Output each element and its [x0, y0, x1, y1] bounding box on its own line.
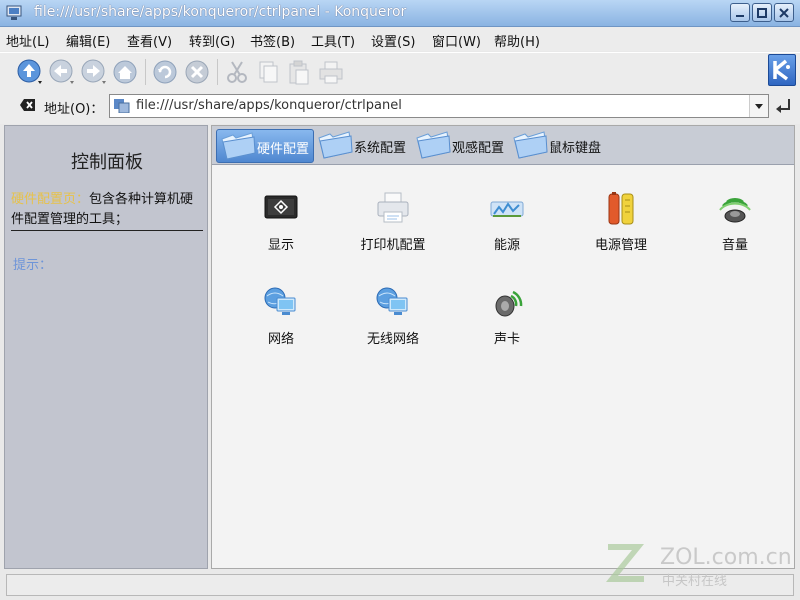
sidebar-description: 硬件配置页：包含各种计算机硬件配置管理的工具； [11, 190, 205, 230]
folder-icon [513, 131, 548, 159]
minimize-button[interactable] [730, 3, 750, 22]
tab-appearance[interactable]: 观感配置 [412, 129, 508, 161]
tab-hardware[interactable]: 硬件配置 [216, 129, 314, 163]
menu-settings[interactable]: 设置(S) [371, 31, 415, 50]
tab-label: 系统配置 [354, 141, 407, 156]
item-label: 打印机配置 [360, 238, 426, 253]
menu-edit[interactable]: 编辑(E) [66, 31, 110, 50]
konqueror-app-icon[interactable] [6, 4, 24, 22]
item-label: 能源 [493, 238, 520, 253]
copy-icon[interactable] [254, 58, 282, 86]
item-volume[interactable]: 音量 [680, 190, 790, 270]
watermark-site: ZOL.com.cn [660, 545, 792, 570]
location-dropdown-button[interactable] [749, 95, 768, 117]
menu-location[interactable]: 地址(L) [6, 31, 49, 50]
toolbar [0, 52, 800, 91]
up-arrow-icon[interactable] [16, 58, 44, 86]
item-network[interactable]: 网络 [226, 284, 336, 364]
sidebar-title: 控制面板 [71, 152, 143, 173]
item-energy[interactable]: 能源 [452, 190, 562, 270]
item-label: 无线网络 [366, 332, 419, 347]
menu-window[interactable]: 窗口(W) [432, 31, 481, 50]
wireless-icon [376, 287, 408, 315]
window-title: file:///usr/share/apps/konqueror/ctrlpan… [34, 4, 407, 20]
home-icon[interactable] [111, 58, 139, 86]
maximize-icon [757, 8, 767, 18]
toolbar-separator [145, 59, 146, 85]
item-wireless-network[interactable]: 无线网络 [338, 284, 448, 364]
title-bar: file:///usr/share/apps/konqueror/ctrlpan… [0, 0, 800, 27]
item-label: 电源管理 [594, 238, 647, 253]
location-url: file:///usr/share/apps/konqueror/ctrlpan… [136, 98, 402, 113]
watermark-site-cn: 中关村在线 [662, 574, 728, 589]
tab-mouse-keyboard[interactable]: 鼠标键盘 [509, 129, 609, 161]
item-label: 音量 [721, 238, 748, 253]
menu-bar: 地址(L) 编辑(E) 查看(V) 转到(G) 书签(B) 工具(T) 设置(S… [0, 27, 800, 51]
folder-icon [416, 131, 451, 159]
control-panel-view: 硬件配置 系统配置 观感配置 鼠标键盘 显示 打印机配置 能源 电源管理 音量 … [211, 125, 795, 569]
reload-icon[interactable] [151, 58, 179, 86]
network-icon [264, 287, 296, 315]
print-icon[interactable] [317, 58, 345, 86]
battery-icon [608, 192, 634, 225]
location-bar: 地址(O)： file:///usr/share/apps/konqueror/… [0, 90, 800, 124]
tab-label: 鼠标键盘 [549, 141, 602, 156]
menu-go[interactable]: 转到(G) [189, 31, 235, 50]
location-label: 地址(O)： [44, 102, 104, 117]
display-icon [264, 195, 298, 219]
stop-icon[interactable] [183, 58, 211, 86]
back-arrow-icon[interactable] [48, 58, 76, 86]
sound-card-icon [495, 290, 523, 317]
folder-icon [318, 131, 353, 159]
menu-bookmarks[interactable]: 书签(B) [250, 31, 295, 50]
menu-tools[interactable]: 工具(T) [311, 31, 355, 50]
printer-icon [377, 192, 409, 223]
close-icon [779, 8, 789, 18]
menu-help[interactable]: 帮助(H) [494, 31, 540, 50]
folder-icon [221, 132, 256, 160]
tab-label: 观感配置 [452, 141, 505, 156]
sidebar-panel: 控制面板 硬件配置页：包含各种计算机硬件配置管理的工具； 提示： [4, 125, 208, 569]
maximize-button[interactable] [752, 3, 772, 22]
tab-label: 硬件配置 [257, 142, 310, 157]
item-label: 显示 [267, 238, 294, 253]
close-button[interactable] [774, 3, 794, 22]
minimize-icon [736, 15, 744, 17]
page-favicon-icon [114, 99, 130, 113]
item-label: 声卡 [493, 332, 520, 347]
clear-location-icon[interactable] [20, 98, 36, 112]
category-tabs: 硬件配置 系统配置 观感配置 鼠标键盘 [212, 126, 794, 165]
kde-logo-icon[interactable] [768, 54, 796, 86]
sidebar-description-highlight: 硬件配置页： [11, 192, 90, 207]
forward-arrow-icon[interactable] [80, 58, 108, 86]
menu-view[interactable]: 查看(V) [127, 31, 172, 50]
item-label: 网络 [267, 332, 294, 347]
item-power-management[interactable]: 电源管理 [566, 190, 676, 270]
item-printer[interactable]: 打印机配置 [338, 190, 448, 270]
toolbar-separator [217, 59, 218, 85]
location-input[interactable]: file:///usr/share/apps/konqueror/ctrlpan… [109, 94, 769, 118]
zol-watermark-logo-icon [606, 544, 644, 582]
sidebar-divider [11, 230, 203, 231]
paste-icon[interactable] [285, 58, 313, 86]
tab-system[interactable]: 系统配置 [314, 129, 410, 161]
energy-icon [490, 201, 524, 217]
item-sound-card[interactable]: 声卡 [452, 284, 562, 364]
sidebar-tip: 提示： [13, 258, 53, 273]
volume-icon [719, 197, 751, 223]
cut-icon[interactable] [223, 58, 251, 86]
chevron-down-icon [755, 104, 763, 109]
item-display[interactable]: 显示 [226, 190, 336, 270]
go-enter-icon[interactable] [773, 96, 793, 116]
